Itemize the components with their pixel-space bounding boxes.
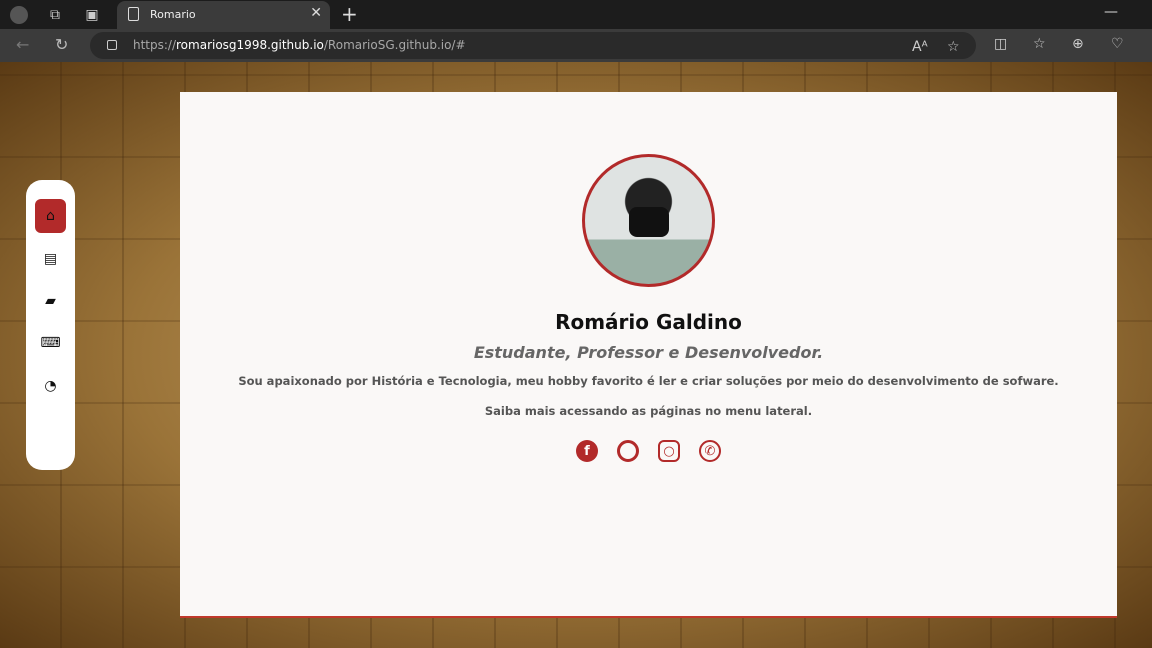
close-tab-icon[interactable]: ✕ [310,5,322,21]
favorites-icon[interactable]: ☆ [1033,36,1046,52]
favorite-star-icon[interactable]: ☆ [947,39,960,55]
address-bar: ← ↻ https://romariosg1998.github.io/Roma… [0,29,1152,62]
minimize-button[interactable]: — [1104,4,1118,20]
sidebar-item-blog[interactable]: ◔ [35,369,66,403]
laptop-code-icon: ⌨ [40,335,61,351]
split-screen-icon[interactable]: ◫ [994,36,1007,52]
briefcase-icon: ▰ [45,293,56,309]
github-icon[interactable] [617,440,639,462]
sidebar-item-portfolio[interactable]: ▰ [35,284,66,318]
tab-actions-icon[interactable]: ▣ [83,6,101,24]
rss-icon: ◔ [44,378,57,394]
lock-icon [107,40,117,50]
tab-bar: ⧉ ▣ Romario ✕ + — [0,0,1152,29]
back-icon[interactable]: ← [16,35,29,54]
profile-name: Romário Galdino [555,310,742,334]
read-aloud-icon[interactable]: Aᴬ [912,39,928,55]
avatar [582,154,715,287]
sidebar-item-resume[interactable]: ▤ [35,242,66,276]
sidebar-item-projects[interactable]: ⌨ [35,326,66,360]
document-icon: ▤ [43,251,58,267]
tab-title: Romario [150,8,196,21]
url-domain: romariosg1998.github.io [176,38,324,52]
url-prefix: https:// [133,38,177,52]
home-icon: ⌂ [46,208,55,224]
sidebar-menu: ⌂ ▤ ▰ ⌨ ◔ [26,180,75,470]
tab-romario[interactable]: Romario ✕ [117,1,330,29]
profile-card: Romário Galdino Estudante, Professor e D… [180,92,1117,616]
copilot-icon[interactable]: ♡ [1111,36,1124,52]
page-icon [128,7,139,21]
profile-icon[interactable] [10,6,28,24]
refresh-icon[interactable]: ↻ [55,35,68,54]
collections-icon[interactable]: ⧉ [46,6,64,24]
sidebar-item-home[interactable]: ⌂ [35,199,66,233]
whatsapp-icon[interactable]: ✆ [699,440,721,462]
profile-description: Sou apaixonado por História e Tecnologia… [238,374,1059,388]
profile-more: Saiba mais acessando as páginas no menu … [484,404,813,418]
facebook-icon[interactable]: f [576,440,598,462]
page-background: ⌂ ▤ ▰ ⌨ ◔ Romário Galdino Estudante, Pro… [0,62,1152,648]
url-path: /RomarioSG.github.io/# [323,38,466,52]
instagram-icon[interactable]: ○ [658,440,680,462]
collections-icon[interactable]: ⊕ [1072,36,1084,52]
new-tab-button[interactable]: + [341,2,358,26]
profile-role: Estudante, Professor e Desenvolvedor. [473,343,824,362]
social-links: f ○ ✆ [180,440,1117,462]
url-input[interactable]: https://romariosg1998.github.io/RomarioS… [90,32,976,59]
